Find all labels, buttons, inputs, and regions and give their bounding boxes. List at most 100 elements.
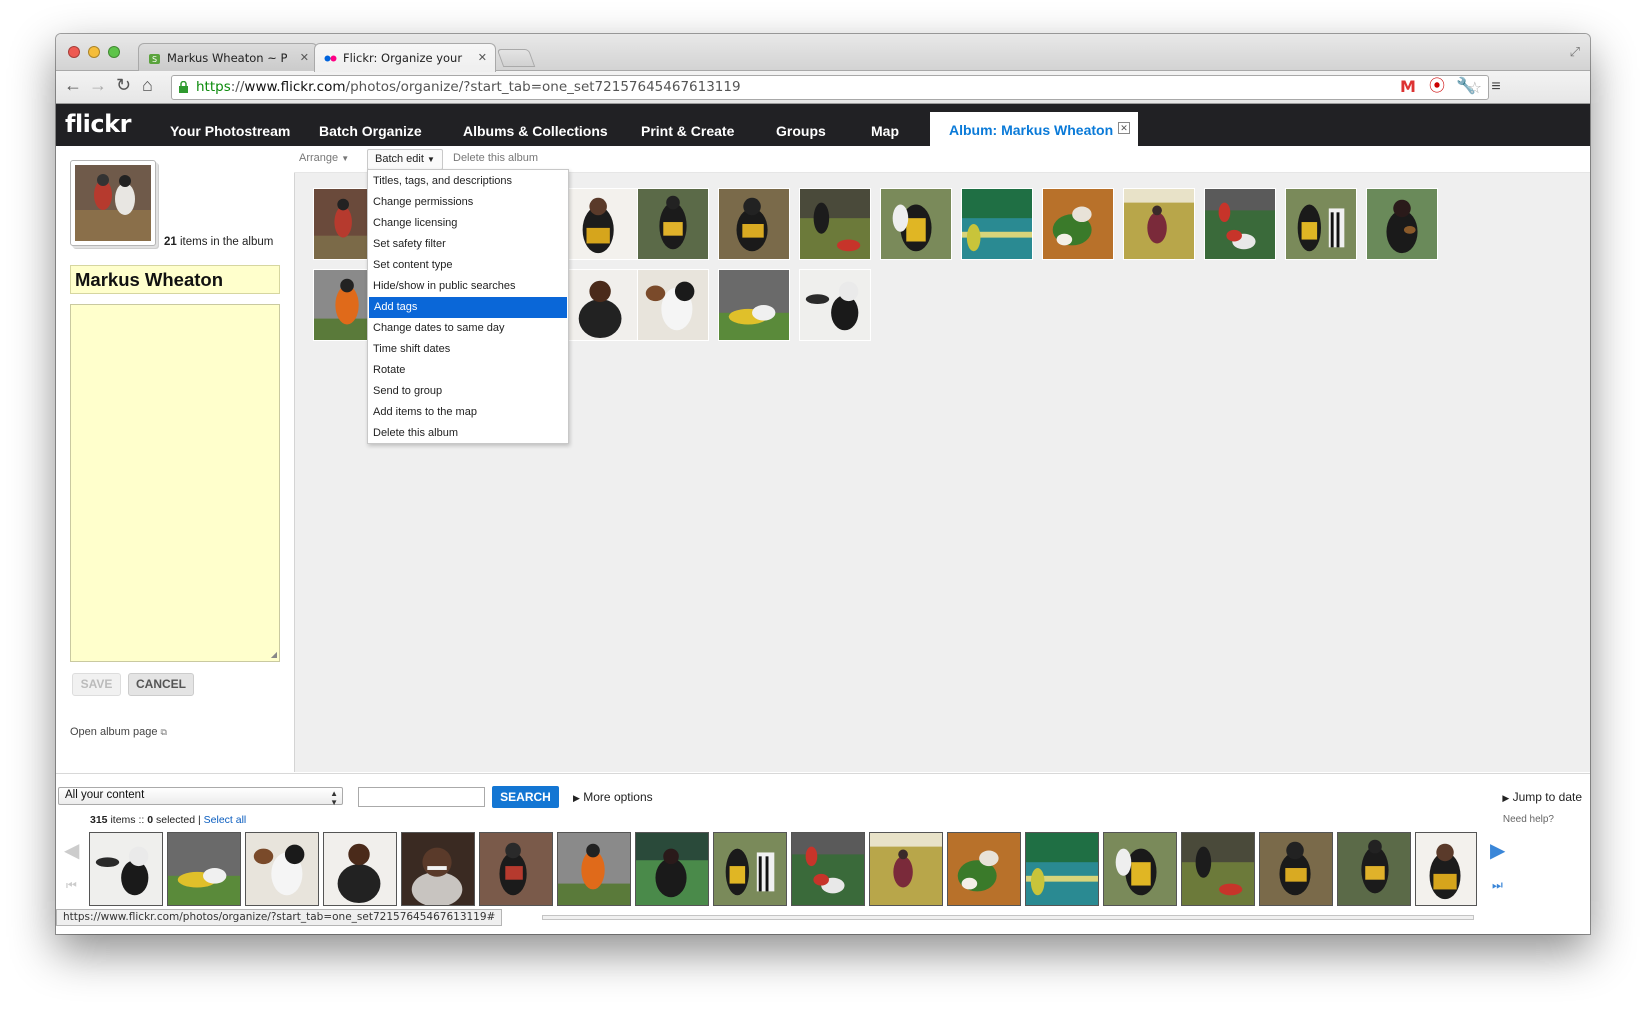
filmstrip-photo[interactable] <box>557 832 631 906</box>
photo-thumbnail[interactable] <box>799 188 871 260</box>
photo-thumbnail[interactable] <box>1285 188 1357 260</box>
content-filter-select[interactable]: All your content ▲ ▼ <box>58 787 343 807</box>
scroll-end-icon[interactable]: ⏭ <box>1492 878 1503 893</box>
filmstrip-photo[interactable] <box>401 832 475 906</box>
menu-item-set-safety-filter[interactable]: Set safety filter <box>368 234 568 255</box>
close-icon[interactable]: ✕ <box>1118 122 1130 134</box>
close-tab-icon[interactable]: ✕ <box>478 44 487 72</box>
open-album-link[interactable]: Open album page ⧉ <box>70 726 167 738</box>
menu-item-send-to-group[interactable]: Send to group <box>368 381 568 402</box>
album-description-field[interactable]: ◢ <box>70 304 280 662</box>
home-icon[interactable]: ⌂ <box>142 75 153 96</box>
new-tab-button[interactable] <box>496 49 536 67</box>
filmstrip-photo[interactable] <box>635 832 709 906</box>
gmail-icon[interactable]: M <box>1398 77 1418 97</box>
search-input[interactable] <box>358 787 485 807</box>
nav-batch-organize[interactable]: Batch Organize <box>319 104 422 146</box>
reload-icon[interactable]: ↻ <box>116 75 131 96</box>
filmstrip-photo[interactable] <box>791 832 865 906</box>
photo-thumbnail[interactable] <box>1204 188 1276 260</box>
filmstrip-photo[interactable] <box>1181 832 1255 906</box>
select-all-link[interactable]: Select all <box>204 814 247 826</box>
album-tab-label: Album: Markus Wheaton <box>949 122 1114 138</box>
extension-notification-icon[interactable]: ⦿ <box>1427 77 1447 97</box>
photo-thumbnail[interactable] <box>568 269 640 341</box>
nav-your-photostream[interactable]: Your Photostream <box>170 104 290 146</box>
batch-edit-menu[interactable]: Batch edit ▼ <box>367 149 443 170</box>
photo-thumbnail[interactable] <box>637 188 709 260</box>
menu-item-rotate[interactable]: Rotate <box>368 360 568 381</box>
menu-item-change-dates-same-day[interactable]: Change dates to same day <box>368 318 568 339</box>
menu-item-change-permissions[interactable]: Change permissions <box>368 192 568 213</box>
zoom-window-button[interactable] <box>108 46 120 58</box>
menu-item-hide-show-public-searches[interactable]: Hide/show in public searches <box>368 276 568 297</box>
menu-item-change-licensing[interactable]: Change licensing <box>368 213 568 234</box>
resize-grip-icon[interactable]: ◢ <box>271 650 277 659</box>
cancel-button[interactable]: CANCEL <box>128 673 194 696</box>
flickr-logo[interactable]: flickr <box>65 110 131 138</box>
scroll-start-icon[interactable]: ⏮ <box>66 878 77 893</box>
flickr-favicon-icon <box>324 55 337 62</box>
jump-to-date-toggle[interactable]: ▶ Jump to date <box>1502 790 1582 804</box>
filmstrip-photo[interactable] <box>947 832 1021 906</box>
minimize-window-button[interactable] <box>88 46 100 58</box>
forward-icon[interactable]: → <box>89 75 107 96</box>
batch-edit-dropdown: Titles, tags, and descriptions Change pe… <box>367 169 569 444</box>
save-button[interactable]: SAVE <box>72 673 121 696</box>
menu-icon[interactable]: ≡ <box>1486 77 1506 97</box>
filmstrip-photo[interactable] <box>323 832 397 906</box>
nav-albums-collections[interactable]: Albums & Collections <box>463 104 608 146</box>
filmstrip-photo[interactable] <box>167 832 241 906</box>
scroll-left-icon[interactable]: ◀ <box>64 838 79 863</box>
filmstrip-photo[interactable] <box>869 832 943 906</box>
browser-tab-flickr[interactable]: Flickr: Organize your phot ✕ <box>314 43 496 72</box>
fullscreen-icon[interactable]: ⤢ <box>1570 44 1580 60</box>
photo-thumbnail[interactable] <box>1123 188 1195 260</box>
filmstrip-scrollbar[interactable] <box>542 915 1474 920</box>
filmstrip-photo[interactable] <box>89 832 163 906</box>
filmstrip-photo[interactable] <box>479 832 553 906</box>
wrench-icon[interactable]: 🔧 <box>1456 77 1476 97</box>
filmstrip-photo[interactable] <box>713 832 787 906</box>
scroll-right-icon[interactable]: ▶ <box>1490 838 1505 863</box>
more-options-toggle[interactable]: ▶ More options <box>573 790 653 804</box>
menu-item-set-content-type[interactable]: Set content type <box>368 255 568 276</box>
filmstrip-photo[interactable] <box>1259 832 1333 906</box>
menu-item-add-items-to-map[interactable]: Add items to the map <box>368 402 568 423</box>
photo-thumbnail[interactable] <box>718 269 790 341</box>
close-window-button[interactable] <box>68 46 80 58</box>
address-bar[interactable]: https://www.flickr.com/photos/organize/?… <box>171 75 1489 100</box>
back-icon[interactable]: ← <box>64 75 82 96</box>
photo-thumbnail[interactable] <box>568 188 640 260</box>
menu-item-time-shift-dates[interactable]: Time shift dates <box>368 339 568 360</box>
filmstrip-photo[interactable] <box>1415 832 1477 906</box>
url-scheme: https <box>196 79 231 95</box>
photo-thumbnail[interactable] <box>718 188 790 260</box>
arrange-menu[interactable]: Arrange ▼ <box>299 152 349 164</box>
menu-item-add-tags[interactable]: Add tags <box>369 297 567 318</box>
photo-thumbnail[interactable] <box>637 269 709 341</box>
browser-tab-pages[interactable]: S Markus Wheaton ~ Pages - ✕ <box>138 43 318 72</box>
tab-album[interactable]: Album: Markus Wheaton ✕ <box>930 112 1138 146</box>
album-cover-image <box>75 165 151 241</box>
photo-thumbnail[interactable] <box>961 188 1033 260</box>
nav-groups[interactable]: Groups <box>776 104 826 146</box>
filmstrip-photo[interactable] <box>1337 832 1411 906</box>
menu-item-delete-album[interactable]: Delete this album <box>368 423 568 444</box>
tab-title: Markus Wheaton ~ Pages - <box>167 51 287 65</box>
photo-thumbnail[interactable] <box>799 269 871 341</box>
album-title-field[interactable]: Markus Wheaton <box>70 265 280 294</box>
nav-print-create[interactable]: Print & Create <box>641 104 734 146</box>
need-help-link[interactable]: Need help? <box>1503 814 1554 825</box>
filmstrip-photo[interactable] <box>1103 832 1177 906</box>
nav-map[interactable]: Map <box>871 104 899 146</box>
search-button[interactable]: SEARCH <box>492 786 559 808</box>
photo-thumbnail[interactable] <box>1042 188 1114 260</box>
photo-thumbnail[interactable] <box>880 188 952 260</box>
delete-album-link[interactable]: Delete this album <box>453 152 538 164</box>
close-tab-icon[interactable]: ✕ <box>300 44 309 72</box>
filmstrip-photo[interactable] <box>245 832 319 906</box>
photo-thumbnail[interactable] <box>1366 188 1438 260</box>
menu-item-titles-tags-descriptions[interactable]: Titles, tags, and descriptions <box>368 171 568 192</box>
filmstrip-photo[interactable] <box>1025 832 1099 906</box>
